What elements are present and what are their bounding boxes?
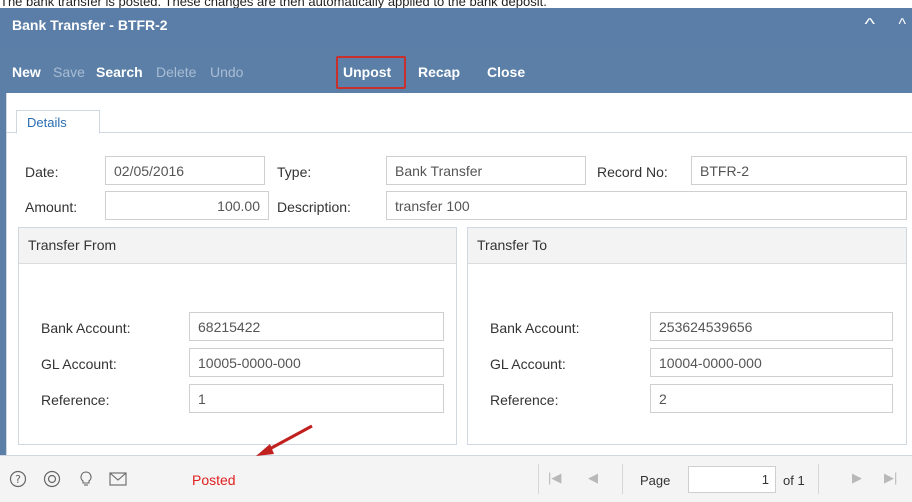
unpost-button[interactable]: Unpost xyxy=(343,64,391,80)
description-label: Description: xyxy=(277,199,351,215)
more-icon[interactable]: ^ xyxy=(898,16,906,34)
tab-details[interactable]: Details xyxy=(16,110,100,134)
support-icon[interactable] xyxy=(42,469,62,489)
date-field[interactable]: 02/05/2016 xyxy=(105,156,265,185)
form-body: Details Date: 02/05/2016 Type: Bank Tran… xyxy=(6,93,912,502)
prev-page-icon[interactable]: ◀ xyxy=(588,470,598,486)
close-button[interactable]: Close xyxy=(487,64,525,80)
transfer-to-header: Transfer To xyxy=(468,228,906,264)
from-reference-field[interactable]: 1 xyxy=(189,384,444,413)
new-button[interactable]: New xyxy=(12,64,41,80)
transfer-to-title: Transfer To xyxy=(477,237,548,253)
from-gl-account-label: GL Account: xyxy=(41,356,117,372)
record-no-field[interactable]: BTFR-2 xyxy=(691,156,907,185)
nav-separator xyxy=(538,464,539,494)
from-bank-account-field[interactable]: 68215422 xyxy=(189,312,444,341)
transfer-from-group: Transfer From Bank Account: 68215422 GL … xyxy=(18,227,457,445)
collapse-icon[interactable]: ^ xyxy=(865,16,876,34)
window-title: Bank Transfer - BTFR-2 xyxy=(12,17,168,33)
transfer-to-group: Transfer To Bank Account: 253624539656 G… xyxy=(467,227,907,445)
transfer-from-title: Transfer From xyxy=(28,237,117,253)
from-reference-label: Reference: xyxy=(41,392,110,408)
to-gl-account-label: GL Account: xyxy=(490,356,566,372)
nav-separator-2 xyxy=(622,464,623,494)
record-no-label: Record No: xyxy=(597,164,668,180)
type-field[interactable]: Bank Transfer xyxy=(386,156,586,185)
status-posted: Posted xyxy=(192,472,236,488)
nav-separator-3 xyxy=(818,464,819,494)
page-count-label: of 1 xyxy=(783,473,805,488)
last-page-icon[interactable]: ▶| xyxy=(884,470,897,486)
first-page-icon[interactable]: |◀ xyxy=(548,470,561,486)
amount-label: Amount: xyxy=(25,199,78,215)
page-caption: The bank transfer is posted. These chang… xyxy=(0,0,547,8)
status-bar: ? Posted |◀ ◀ Page 1 of 1 ▶ ▶| xyxy=(0,455,912,502)
to-reference-label: Reference: xyxy=(490,392,559,408)
window-titlebar: Bank Transfer - BTFR-2 ^ ^ xyxy=(0,8,912,48)
amount-field[interactable]: 100.00 xyxy=(105,191,269,220)
recap-button[interactable]: Recap xyxy=(418,64,460,80)
undo-button[interactable]: Undo xyxy=(210,64,243,80)
red-arrow-annotation xyxy=(256,424,313,456)
help-icon[interactable]: ? xyxy=(8,469,28,489)
transfer-from-header: Transfer From xyxy=(19,228,456,264)
svg-text:?: ? xyxy=(15,473,21,486)
from-bank-account-label: Bank Account: xyxy=(41,320,131,336)
bank-transfer-window: Bank Transfer - BTFR-2 ^ ^ New Save Sear… xyxy=(0,8,912,502)
type-label: Type: xyxy=(277,164,312,180)
email-icon[interactable] xyxy=(108,469,128,489)
description-field[interactable]: transfer 100 xyxy=(386,191,907,220)
lightbulb-icon[interactable] xyxy=(76,469,96,489)
page-input[interactable]: 1 xyxy=(688,466,776,493)
from-gl-account-field[interactable]: 10005-0000-000 xyxy=(189,348,444,377)
tab-strip: Details xyxy=(7,93,912,134)
toolbar: New Save Search Delete Undo Unpost Recap… xyxy=(0,48,912,93)
save-button[interactable]: Save xyxy=(53,64,85,80)
search-button[interactable]: Search xyxy=(96,64,143,80)
to-reference-field[interactable]: 2 xyxy=(650,384,893,413)
next-page-icon[interactable]: ▶ xyxy=(852,470,862,486)
page-label: Page xyxy=(640,473,671,488)
to-bank-account-field[interactable]: 253624539656 xyxy=(650,312,893,341)
to-gl-account-field[interactable]: 10004-0000-000 xyxy=(650,348,893,377)
date-label: Date: xyxy=(25,164,59,180)
to-bank-account-label: Bank Account: xyxy=(490,320,580,336)
delete-button[interactable]: Delete xyxy=(156,64,196,80)
